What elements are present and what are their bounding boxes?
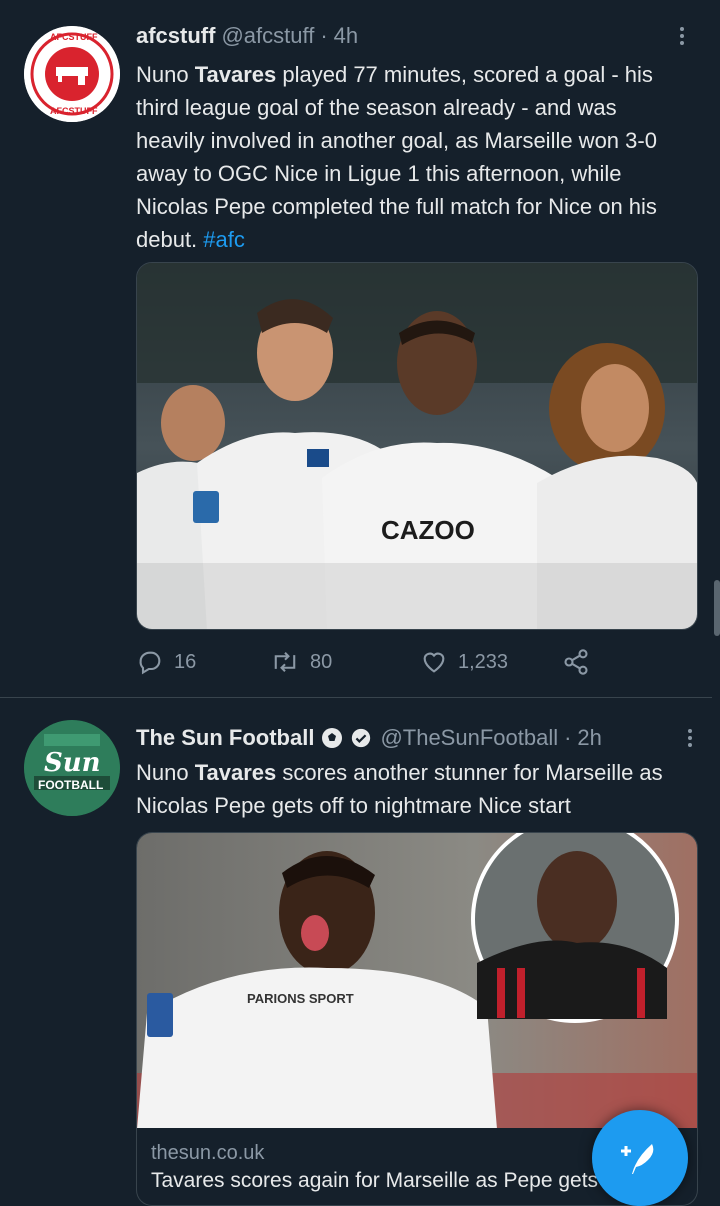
reply-count: 16: [174, 650, 197, 673]
avatar-text-bottom: FOOTBALL: [38, 778, 104, 792]
more-options-icon[interactable]: [672, 22, 692, 50]
retweet-button[interactable]: 80: [270, 648, 420, 676]
share-icon: [564, 649, 588, 675]
separator: ·: [564, 725, 572, 750]
avatar-thesunfootball[interactable]: Sun FOOTBALL: [24, 720, 120, 816]
like-count: 1,233: [458, 650, 509, 673]
like-button[interactable]: 1,233: [420, 648, 562, 676]
reply-button[interactable]: 16: [136, 648, 270, 676]
avatar-afcstuff[interactable]: AFCSTUFF AFCSTUFF: [24, 26, 120, 122]
tweet-content: afcstuff @afcstuff · 4h Nuno Tavares pla…: [136, 22, 690, 256]
tweet-content: The Sun Football @TheSunFootball · 2h Nu…: [136, 724, 698, 822]
timeline: AFCSTUFF AFCSTUFF afcstuff @afcstuff · 4…: [0, 0, 720, 1206]
soccer-ball-icon: [322, 728, 343, 748]
share-button[interactable]: [562, 648, 590, 676]
retweet-icon: [274, 652, 296, 672]
scrollbar[interactable]: [714, 580, 720, 636]
text-bold: Tavares: [194, 760, 277, 785]
timestamp[interactable]: 4h: [334, 22, 358, 50]
author-handle[interactable]: @TheSunFootball: [380, 724, 558, 752]
tweet-text: Nuno Tavares scores another stunner for …: [136, 756, 698, 822]
avatar-text-top: Sun: [44, 748, 101, 778]
timestamp[interactable]: 2h: [577, 724, 601, 752]
tweet-afcstuff[interactable]: AFCSTUFF AFCSTUFF afcstuff @afcstuff · 4…: [0, 0, 712, 698]
avatar-text-top: AFCSTUFF: [50, 32, 98, 42]
shirt-sponsor-text: CAZOO: [381, 515, 475, 545]
text-part: Nuno: [136, 62, 195, 87]
tweet-photo-players-celebrating[interactable]: CAZOO: [136, 262, 698, 630]
tweet-header: The Sun Football @TheSunFootball · 2h: [136, 724, 698, 752]
tweet-actions: 16 80 1,233: [136, 648, 590, 676]
compose-tweet-button[interactable]: [592, 1110, 688, 1206]
shirt-sponsor-text: PARIONS SPORT: [247, 991, 354, 1006]
reply-icon: [139, 651, 161, 675]
tweet-text: Nuno Tavares played 77 minutes, scored a…: [136, 58, 690, 256]
retweet-count: 80: [310, 650, 333, 673]
compose-tweet-icon: [621, 1144, 654, 1174]
author-name[interactable]: afcstuff: [136, 22, 215, 50]
author-name[interactable]: The Sun Football: [136, 724, 314, 752]
text-bold: Tavares: [194, 62, 277, 87]
author-handle[interactable]: @afcstuff: [221, 22, 314, 50]
text-part: played 77 minutes, scored a goal - his t…: [136, 62, 657, 252]
hashtag-link[interactable]: #afc: [203, 227, 245, 252]
verified-badge-icon: [352, 728, 371, 748]
tweet-header: afcstuff @afcstuff · 4h: [136, 22, 690, 50]
avatar-text-bottom: AFCSTUFF: [50, 106, 98, 116]
photo-marseille-players: CAZOO: [137, 263, 697, 629]
more-options-icon[interactable]: [680, 724, 700, 752]
photo-tavares-pepe: PARIONS SPORT: [137, 833, 697, 1128]
heart-icon: [423, 652, 445, 673]
separator: ·: [320, 23, 328, 48]
link-card-image[interactable]: PARIONS SPORT: [136, 832, 698, 1128]
text-part: Nuno: [136, 760, 195, 785]
